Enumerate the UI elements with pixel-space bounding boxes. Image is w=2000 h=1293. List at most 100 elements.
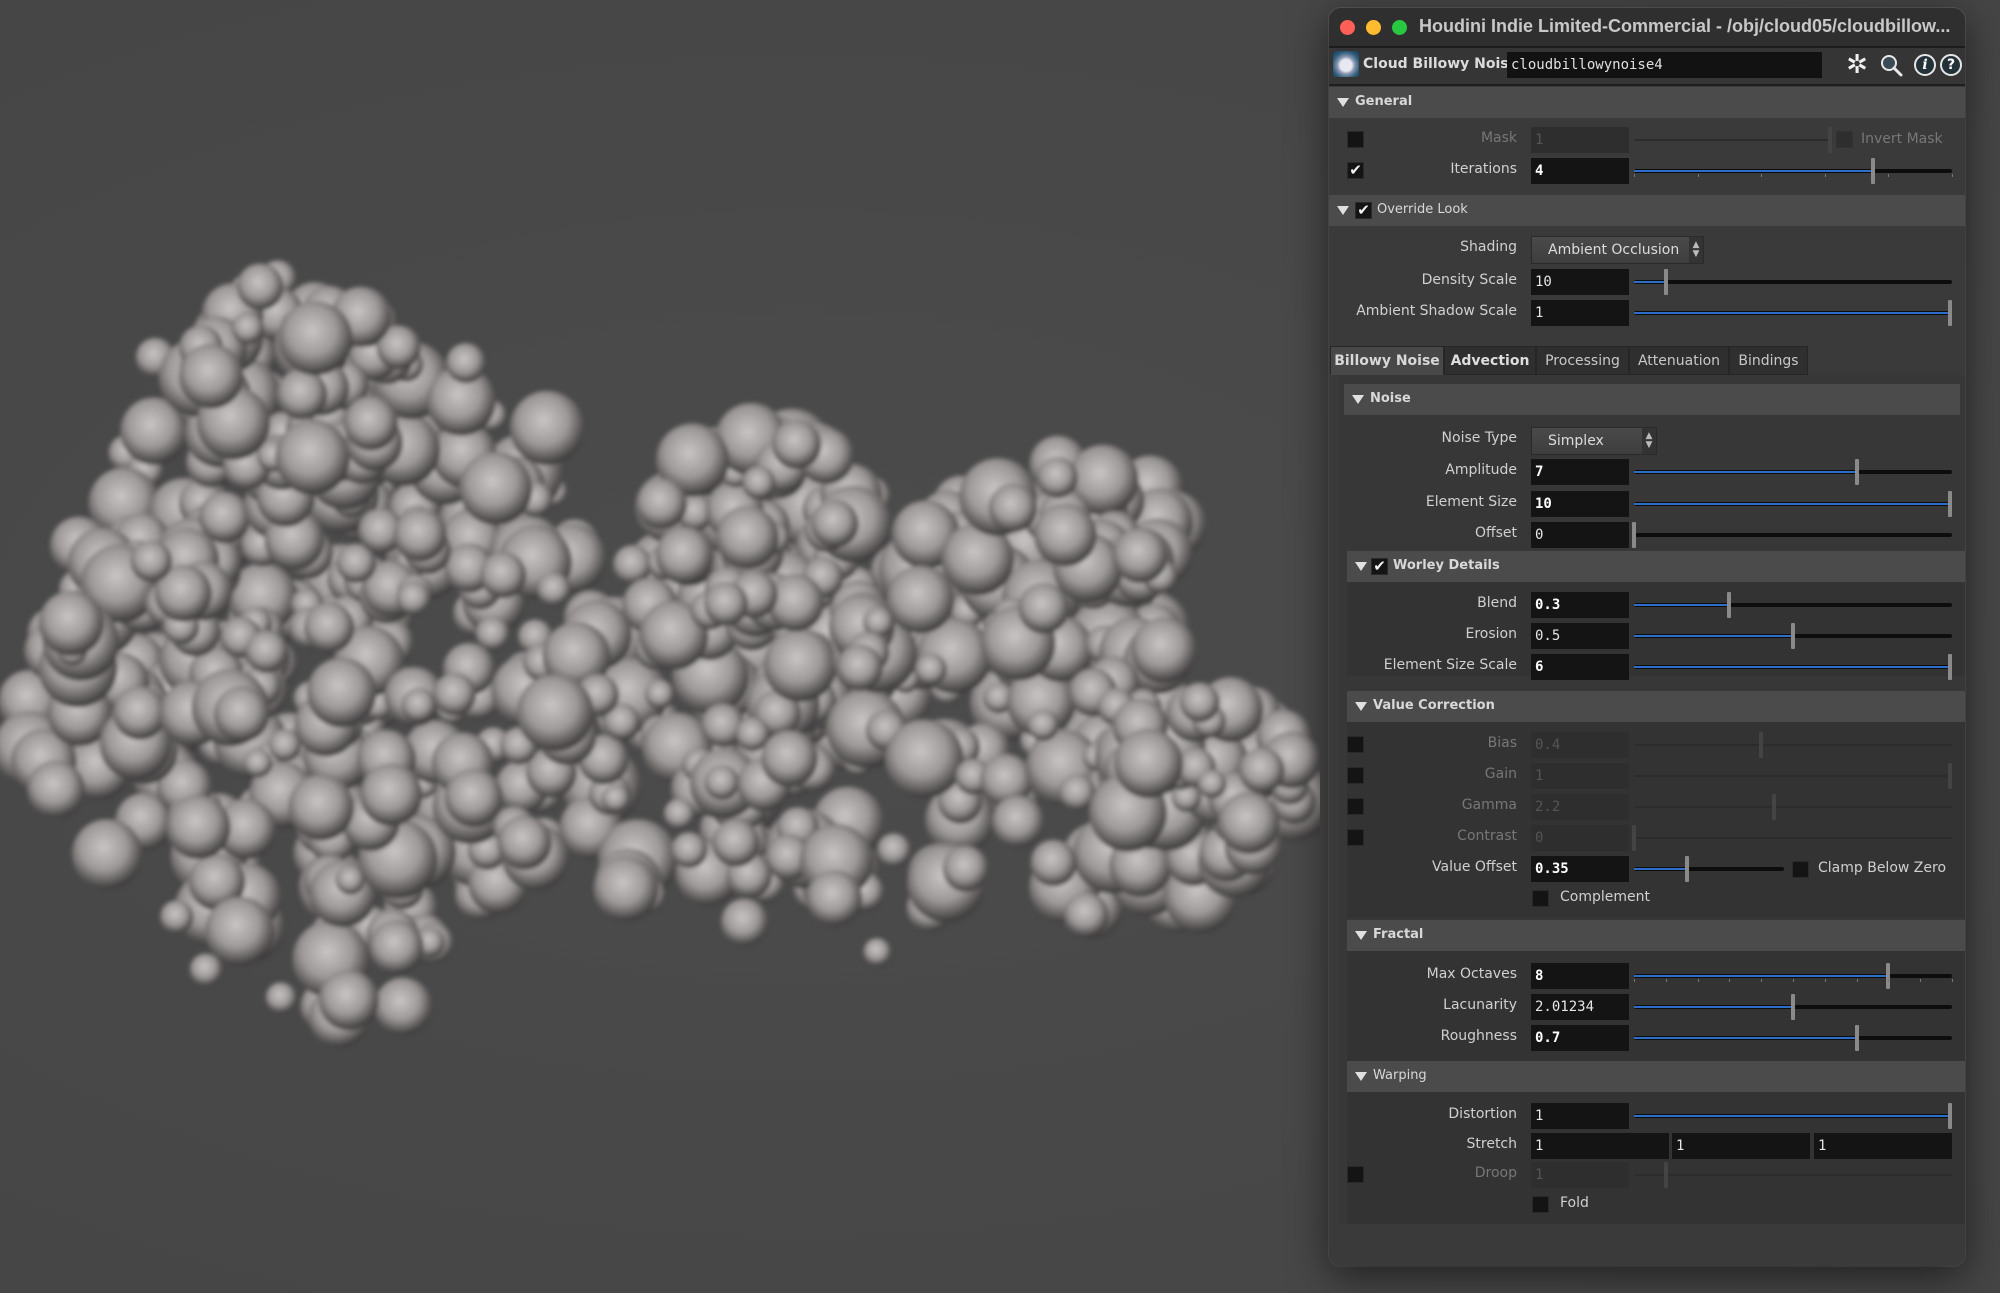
- section-value-correction[interactable]: Value Correction: [1347, 691, 1965, 722]
- droop-field[interactable]: 1: [1531, 1162, 1629, 1188]
- tab-processing[interactable]: Processing: [1536, 346, 1629, 375]
- erosion-slider[interactable]: [1634, 623, 1952, 649]
- worley-details-toggle[interactable]: ✔: [1371, 558, 1388, 575]
- slider-handle[interactable]: [1632, 522, 1636, 548]
- cloud-node-icon[interactable]: [1333, 51, 1359, 77]
- slider-handle[interactable]: [1854, 459, 1859, 485]
- density-scale-slider[interactable]: [1634, 269, 1952, 295]
- element-size-scale-slider[interactable]: [1634, 654, 1952, 680]
- clamp-below-zero-toggle[interactable]: [1792, 861, 1809, 878]
- tab-billowy-noise[interactable]: Billowy Noise: [1330, 346, 1444, 375]
- max-octaves-slider[interactable]: [1634, 963, 1953, 989]
- slider-handle[interactable]: [1759, 732, 1764, 758]
- blend-field[interactable]: 0.3: [1531, 592, 1629, 618]
- slider-handle[interactable]: [1948, 491, 1952, 517]
- iterations-field[interactable]: 4: [1531, 158, 1629, 184]
- roughness-field[interactable]: 0.7: [1531, 1025, 1629, 1051]
- node-name-field[interactable]: cloudbillowynoise4: [1507, 52, 1822, 78]
- slider-handle[interactable]: [1948, 1103, 1952, 1129]
- erosion-field[interactable]: 0.5: [1531, 623, 1629, 649]
- slider-handle[interactable]: [1663, 1162, 1668, 1188]
- slider-handle[interactable]: [1663, 269, 1668, 295]
- gain-toggle[interactable]: [1347, 767, 1364, 784]
- tab-advection[interactable]: Advection: [1444, 346, 1536, 375]
- section-fractal[interactable]: Fractal: [1347, 920, 1965, 951]
- slider-handle[interactable]: [1870, 158, 1875, 184]
- slider-handle[interactable]: [1771, 794, 1776, 820]
- iterations-slider[interactable]: [1634, 158, 1953, 184]
- ambient-shadow-scale-field[interactable]: 1: [1531, 300, 1629, 326]
- collapse-triangle-icon[interactable]: [1355, 702, 1367, 711]
- amplitude-field[interactable]: 7: [1531, 459, 1629, 485]
- bias-field[interactable]: 0.4: [1531, 732, 1629, 758]
- collapse-triangle-icon[interactable]: [1337, 206, 1349, 215]
- blend-slider[interactable]: [1634, 592, 1952, 618]
- gain-field[interactable]: 1: [1531, 763, 1629, 789]
- minimize-button[interactable]: [1366, 20, 1381, 35]
- bias-toggle[interactable]: [1347, 736, 1364, 753]
- slider-handle[interactable]: [1948, 654, 1952, 680]
- fold-toggle[interactable]: [1532, 1196, 1549, 1213]
- offset-slider[interactable]: [1632, 522, 1952, 548]
- slider-handle[interactable]: [1948, 300, 1952, 326]
- iterations-toggle[interactable]: ✔: [1347, 162, 1364, 179]
- max-octaves-field[interactable]: 8: [1531, 963, 1629, 989]
- title-bar[interactable]: Houdini Indie Limited-Commercial - /obj/…: [1329, 8, 1965, 48]
- element-size-field[interactable]: 10: [1531, 491, 1629, 517]
- mask-toggle[interactable]: [1347, 131, 1364, 148]
- collapse-triangle-icon[interactable]: [1355, 931, 1367, 940]
- slider-handle[interactable]: [1791, 994, 1795, 1020]
- slider-handle[interactable]: [1791, 623, 1795, 649]
- tab-attenuation[interactable]: Attenuation: [1629, 346, 1729, 375]
- droop-toggle[interactable]: [1347, 1166, 1364, 1183]
- element-size-scale-field[interactable]: 6: [1531, 654, 1629, 680]
- section-noise[interactable]: Noise: [1344, 384, 1960, 415]
- section-override-look[interactable]: ✔ Override Look: [1329, 195, 1965, 226]
- mask-field[interactable]: 1: [1531, 127, 1629, 153]
- value-offset-slider[interactable]: [1634, 856, 1784, 882]
- slider-handle[interactable]: [1886, 963, 1891, 989]
- mask-slider[interactable]: [1634, 127, 1832, 153]
- noise-type-menu[interactable]: Simplex ▲ ▼: [1531, 427, 1657, 455]
- slider-handle[interactable]: [1854, 1025, 1859, 1051]
- section-general[interactable]: General: [1329, 87, 1965, 118]
- distortion-field[interactable]: 1: [1531, 1103, 1629, 1129]
- tab-bindings[interactable]: Bindings: [1729, 346, 1808, 375]
- section-warping[interactable]: Warping: [1347, 1061, 1965, 1092]
- value-offset-field[interactable]: 0.35: [1531, 856, 1629, 882]
- complement-toggle[interactable]: [1532, 890, 1549, 907]
- slider-handle[interactable]: [1727, 592, 1732, 618]
- section-worley-details[interactable]: ✔ Worley Details: [1347, 551, 1965, 582]
- collapse-triangle-icon[interactable]: [1355, 562, 1367, 571]
- help-icon[interactable]: ?: [1937, 51, 1965, 79]
- offset-field[interactable]: 0: [1531, 522, 1629, 548]
- invert-mask-toggle[interactable]: [1836, 131, 1853, 148]
- gamma-field[interactable]: 2.2: [1531, 794, 1629, 820]
- slider-handle[interactable]: [1828, 127, 1832, 153]
- search-icon[interactable]: [1877, 51, 1905, 79]
- stretch-y-field[interactable]: 1: [1672, 1133, 1810, 1159]
- stretch-x-field[interactable]: 1: [1531, 1133, 1669, 1159]
- slider-handle[interactable]: [1684, 856, 1689, 882]
- stretch-z-field[interactable]: 1: [1814, 1133, 1952, 1159]
- shading-menu[interactable]: Ambient Occlusion ▲ ▼: [1531, 236, 1704, 264]
- contrast-field[interactable]: 0: [1531, 825, 1629, 851]
- distortion-slider[interactable]: [1634, 1103, 1952, 1129]
- density-scale-field[interactable]: 10: [1531, 269, 1629, 295]
- bias-slider[interactable]: [1634, 732, 1952, 758]
- roughness-slider[interactable]: [1634, 1025, 1952, 1051]
- lacunarity-slider[interactable]: [1634, 994, 1952, 1020]
- override-look-toggle[interactable]: ✔: [1355, 202, 1372, 219]
- info-icon[interactable]: i: [1911, 51, 1939, 79]
- contrast-slider[interactable]: [1632, 825, 1952, 851]
- ambient-shadow-scale-slider[interactable]: [1634, 300, 1952, 326]
- zoom-button[interactable]: [1392, 20, 1407, 35]
- collapse-triangle-icon[interactable]: [1352, 395, 1364, 404]
- amplitude-slider[interactable]: [1634, 459, 1952, 485]
- collapse-triangle-icon[interactable]: [1355, 1072, 1367, 1081]
- close-button[interactable]: [1340, 20, 1355, 35]
- gear-icon[interactable]: ✲: [1843, 50, 1871, 80]
- slider-handle[interactable]: [1948, 763, 1952, 789]
- gamma-toggle[interactable]: [1347, 798, 1364, 815]
- droop-slider[interactable]: [1634, 1162, 1952, 1188]
